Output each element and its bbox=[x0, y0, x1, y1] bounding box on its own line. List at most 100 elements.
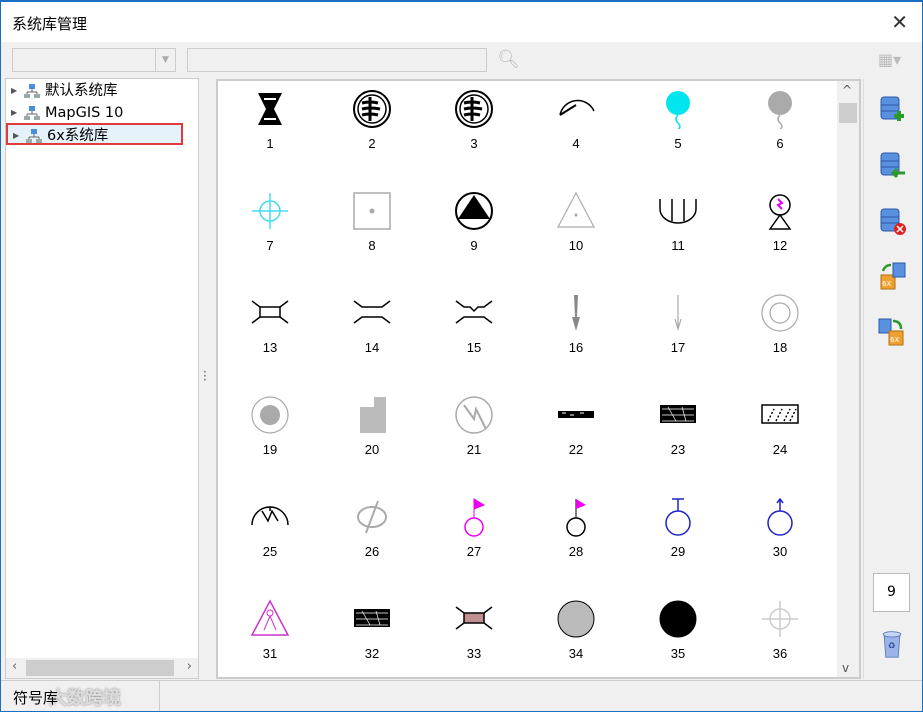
vertical-scrollbar[interactable]: ^ v bbox=[837, 81, 859, 677]
symbol-number: 16 bbox=[568, 340, 584, 355]
gauge-icon bbox=[559, 99, 595, 116]
svg-text:6X: 6X bbox=[890, 336, 899, 344]
symbol-number: 30 bbox=[772, 544, 788, 559]
symbol-item[interactable]: 20 bbox=[332, 387, 412, 487]
splitter-handle[interactable]: · · · bbox=[203, 366, 207, 386]
symbol-item[interactable]: 33 bbox=[434, 591, 514, 691]
symbol-number: 33 bbox=[466, 646, 482, 661]
symbol-item[interactable]: 32 bbox=[332, 591, 412, 691]
delete-library-icon[interactable] bbox=[877, 205, 907, 235]
recycle-bin-icon[interactable]: ♻ bbox=[877, 629, 907, 659]
symbol-item[interactable]: 13 bbox=[230, 285, 310, 385]
circle-branches-alt-icon bbox=[455, 90, 493, 128]
symbol-item[interactable]: 24 bbox=[740, 387, 820, 487]
expand-icon[interactable]: ▶ bbox=[11, 80, 17, 102]
symbol-item[interactable]: 34 bbox=[536, 591, 616, 691]
circle-tee-icon bbox=[665, 498, 691, 536]
symbol-item[interactable]: 17 bbox=[638, 285, 718, 385]
symbol-number: 15 bbox=[466, 340, 482, 355]
page-number-box[interactable]: 9 bbox=[873, 573, 910, 612]
symbol-number: 32 bbox=[364, 646, 380, 661]
balloon-icon bbox=[666, 91, 690, 129]
crosshair-icon bbox=[252, 193, 288, 229]
symbol-item[interactable]: 3 bbox=[434, 81, 514, 181]
flag-circle-black-icon bbox=[566, 499, 586, 537]
bridge-box-icon bbox=[251, 300, 289, 324]
symbol-number: 19 bbox=[262, 442, 278, 457]
symbol-number: 12 bbox=[772, 238, 788, 253]
symbol-item[interactable]: 4 bbox=[536, 81, 616, 181]
symbol-item[interactable]: 12 bbox=[740, 183, 820, 283]
symbol-item[interactable]: 18 bbox=[740, 285, 820, 385]
ornate-x-icon bbox=[258, 93, 282, 125]
circle-fill-icon bbox=[557, 600, 595, 638]
hatched-block-icon bbox=[354, 609, 390, 627]
tree-item-label: 默认系统库 bbox=[45, 83, 118, 99]
library-combo[interactable]: ▼ bbox=[12, 48, 176, 72]
symbol-item[interactable]: 26 bbox=[332, 489, 412, 589]
symbol-number: 27 bbox=[466, 544, 482, 559]
building-icon bbox=[360, 397, 386, 433]
convert-from-6x-icon[interactable]: 6X bbox=[877, 261, 907, 291]
symbol-item[interactable]: 23 bbox=[638, 387, 718, 487]
signal-tower-icon bbox=[768, 194, 792, 230]
symbol-item[interactable]: 1 bbox=[230, 81, 310, 181]
bridge-notch-icon bbox=[455, 300, 493, 324]
svg-text:♻: ♻ bbox=[888, 641, 896, 651]
symbol-item[interactable]: 9 bbox=[434, 183, 514, 283]
tree-item[interactable]: ▶ 默认系统库 bbox=[6, 80, 198, 102]
symbol-item[interactable]: 36 bbox=[740, 591, 820, 691]
tree-item-label: MapGIS 10 bbox=[45, 105, 124, 121]
window-title: 系统库管理 bbox=[12, 15, 88, 33]
symbol-item[interactable]: 31 bbox=[230, 591, 310, 691]
symbol-item[interactable]: 29 bbox=[638, 489, 718, 589]
symbol-item[interactable]: 8 bbox=[332, 183, 412, 283]
symbol-item[interactable]: 15 bbox=[434, 285, 514, 385]
circle-branches-icon bbox=[353, 90, 391, 128]
symbol-item[interactable]: 16 bbox=[536, 285, 616, 385]
symbol-number: 14 bbox=[364, 340, 380, 355]
window: 系统库管理 ✕ ▼ 🔍︎ ▦▾ ‹ › ▶ 默认系统库 ▶ MapGIS 10 ▶ 6x系统… bbox=[0, 0, 923, 712]
hatched-block-icon bbox=[660, 405, 696, 423]
add-library-icon[interactable] bbox=[877, 93, 907, 123]
convert-to-6x-icon[interactable]: 6X bbox=[877, 317, 907, 347]
close-icon[interactable]: ✕ bbox=[891, 10, 908, 34]
symbol-item[interactable]: 30 bbox=[740, 489, 820, 589]
symbol-item[interactable]: 28 bbox=[536, 489, 616, 589]
symbol-number: 18 bbox=[772, 340, 788, 355]
symbol-number: 25 bbox=[262, 544, 278, 559]
arrow-down-bold-icon bbox=[572, 295, 580, 331]
symbol-item[interactable]: 21 bbox=[434, 387, 514, 487]
symbol-item[interactable]: 2 bbox=[332, 81, 412, 181]
symbol-item[interactable]: 7 bbox=[230, 183, 310, 283]
arrow-down-thin-icon bbox=[674, 295, 682, 332]
flag-circle-icon bbox=[464, 498, 486, 537]
symbol-item[interactable]: 10 bbox=[536, 183, 616, 283]
symbol-item[interactable]: 35 bbox=[638, 591, 718, 691]
symbol-item[interactable]: 22 bbox=[536, 387, 616, 487]
view-grid-icon[interactable]: ▦▾ bbox=[878, 50, 901, 69]
import-library-icon[interactable] bbox=[877, 149, 907, 179]
search-input[interactable] bbox=[187, 48, 487, 72]
tree-item[interactable]: ▶ 6x系统库 bbox=[6, 123, 183, 145]
tree-item[interactable]: ▶ MapGIS 10 bbox=[6, 102, 198, 124]
double-circle-icon bbox=[761, 294, 799, 332]
symbol-item[interactable]: 11 bbox=[638, 183, 718, 283]
symbol-item[interactable]: 6 bbox=[740, 81, 820, 181]
horizontal-scrollbar[interactable]: ‹ › bbox=[6, 658, 198, 678]
symbol-item[interactable]: 14 bbox=[332, 285, 412, 385]
chevron-down-icon[interactable]: ▼ bbox=[155, 49, 175, 71]
symbol-item[interactable]: 5 bbox=[638, 81, 718, 181]
symbol-item[interactable]: 19 bbox=[230, 387, 310, 487]
expand-icon[interactable]: ▶ bbox=[11, 102, 17, 124]
circle-lightning-icon bbox=[455, 396, 493, 434]
expand-icon[interactable]: ▶ bbox=[13, 125, 19, 147]
magnifier-icon[interactable]: 🔍︎ bbox=[497, 49, 520, 70]
symbol-item[interactable]: 25 bbox=[230, 489, 310, 589]
symbol-number: 9 bbox=[470, 238, 478, 253]
symbol-number: 34 bbox=[568, 646, 584, 661]
symbol-number: 28 bbox=[568, 544, 584, 559]
circle-arrow-icon bbox=[767, 497, 793, 536]
database-network-icon bbox=[24, 84, 40, 98]
symbol-item[interactable]: 27 bbox=[434, 489, 514, 589]
